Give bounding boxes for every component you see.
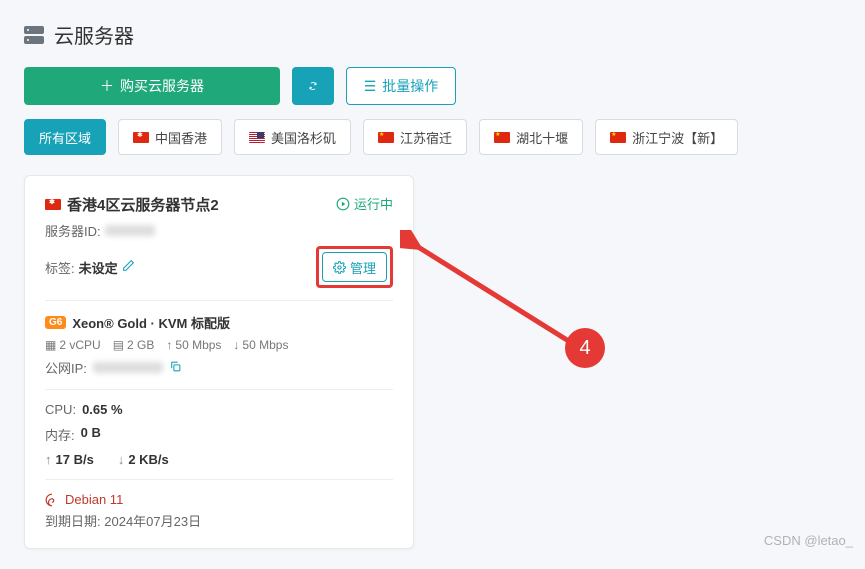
annotation-highlight: 管理	[316, 246, 393, 288]
debian-icon	[45, 493, 59, 507]
flag-us-icon	[249, 132, 265, 143]
cpu-metric: CPU:0.65 %	[45, 402, 393, 417]
arrow-down-icon: ↓	[118, 452, 125, 467]
server-id-value	[105, 225, 155, 236]
server-title: 香港4区云服务器节点2	[45, 194, 219, 215]
flag-cn-icon	[610, 132, 626, 143]
play-circle-icon	[336, 197, 350, 211]
arrow-up-icon: ↑	[166, 338, 172, 352]
tag-row: 标签: 未设定	[45, 258, 135, 277]
edit-tag-icon[interactable]	[122, 259, 135, 275]
server-stack-icon	[24, 26, 44, 44]
batch-operation-button[interactable]: ☰ 批量操作	[346, 67, 456, 105]
region-ningbo[interactable]: 浙江宁波【新】	[595, 119, 738, 155]
region-shiyan[interactable]: 湖北十堰	[479, 119, 583, 155]
flag-cn-icon	[378, 132, 394, 143]
spec-name-row: G6 Xeon® Gold · KVM 标配版	[45, 313, 393, 332]
os-row: Debian 11	[45, 492, 393, 507]
server-id-row: 服务器ID:	[45, 221, 155, 240]
divider	[45, 389, 393, 390]
page-title: 云服务器	[54, 20, 134, 49]
plus-icon: ＋	[100, 76, 114, 96]
region-hongkong[interactable]: 中国香港	[118, 119, 222, 155]
page-header: 云服务器	[24, 20, 841, 49]
cpu-icon: ▦	[45, 338, 56, 352]
expiry-row: 到期日期: 2024年07月23日	[45, 511, 393, 530]
manage-button[interactable]: 管理	[322, 252, 387, 282]
toolbar: ＋ 购买云服务器 ☰ 批量操作	[24, 67, 841, 105]
flag-hk-icon	[45, 199, 61, 210]
buy-server-button[interactable]: ＋ 购买云服务器	[24, 67, 280, 105]
region-filter: 所有区域 中国香港 美国洛杉矶 江苏宿迁 湖北十堰 浙江宁波【新】	[24, 119, 841, 155]
copy-icon[interactable]	[169, 360, 182, 376]
region-all[interactable]: 所有区域	[24, 119, 106, 155]
ip-value	[93, 362, 163, 373]
flag-hk-icon	[133, 132, 149, 143]
flag-cn-icon	[494, 132, 510, 143]
spec-resources-row: ▦2 vCPU ▤2 GB ↑50 Mbps ↓50 Mbps	[45, 338, 393, 352]
arrow-down-icon: ↓	[233, 338, 239, 352]
memory-metric: 内存:0 B	[45, 425, 393, 444]
public-ip-row: 公网IP:	[45, 358, 393, 377]
list-icon: ☰	[364, 78, 377, 95]
spec-badge: G6	[45, 316, 66, 329]
watermark: CSDN @letao_	[764, 533, 853, 548]
divider	[45, 300, 393, 301]
network-metric: ↑17 B/s ↓2 KB/s	[45, 452, 393, 467]
refresh-icon	[309, 78, 317, 94]
refresh-button[interactable]	[292, 67, 334, 105]
server-card: 香港4区云服务器节点2 运行中 服务器ID: 标签: 未设定	[24, 175, 414, 549]
gear-icon	[333, 261, 346, 274]
ram-icon: ▤	[113, 338, 124, 352]
divider	[45, 479, 393, 480]
arrow-up-icon: ↑	[45, 452, 52, 467]
region-suqian[interactable]: 江苏宿迁	[363, 119, 467, 155]
region-losangeles[interactable]: 美国洛杉矶	[234, 119, 351, 155]
status-badge: 运行中	[336, 194, 393, 213]
